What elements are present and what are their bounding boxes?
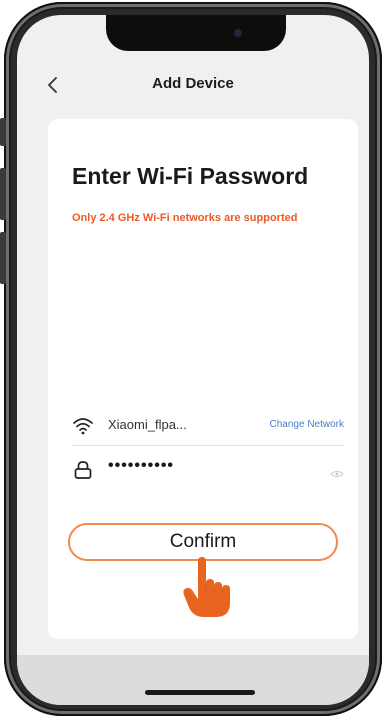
card-heading: Enter Wi-Fi Password (72, 163, 309, 189)
mute-switch (0, 118, 6, 146)
password-input[interactable]: •••••••••• (108, 457, 174, 475)
nav-bar: Add Device (17, 65, 369, 105)
phone-mockup: Add Device Enter Wi-Fi Password Only 2.4… (0, 0, 388, 719)
phone-screen: Add Device Enter Wi-Fi Password Only 2.4… (17, 15, 369, 705)
camera-icon (234, 29, 242, 37)
network-ssid: Xiaomi_flpa... (108, 417, 187, 432)
volume-up-button (0, 168, 6, 220)
lock-icon (72, 459, 94, 481)
eye-icon[interactable] (330, 465, 344, 477)
notch (106, 15, 286, 51)
page-title: Add Device (152, 75, 234, 92)
network-notice: Only 2.4 GHz Wi-Fi networks are supporte… (72, 212, 298, 224)
divider (72, 445, 344, 446)
home-indicator[interactable] (145, 690, 255, 695)
bottom-area (17, 655, 369, 705)
password-row[interactable]: •••••••••• (72, 455, 344, 485)
volume-down-button (0, 232, 6, 284)
wifi-icon (72, 415, 94, 437)
pointing-hand-icon (178, 555, 234, 621)
network-row: Xiaomi_flpa... Change Network (72, 411, 344, 441)
wifi-password-card: Enter Wi-Fi Password Only 2.4 GHz Wi-Fi … (48, 119, 358, 639)
change-network-link[interactable]: Change Network (270, 419, 344, 430)
